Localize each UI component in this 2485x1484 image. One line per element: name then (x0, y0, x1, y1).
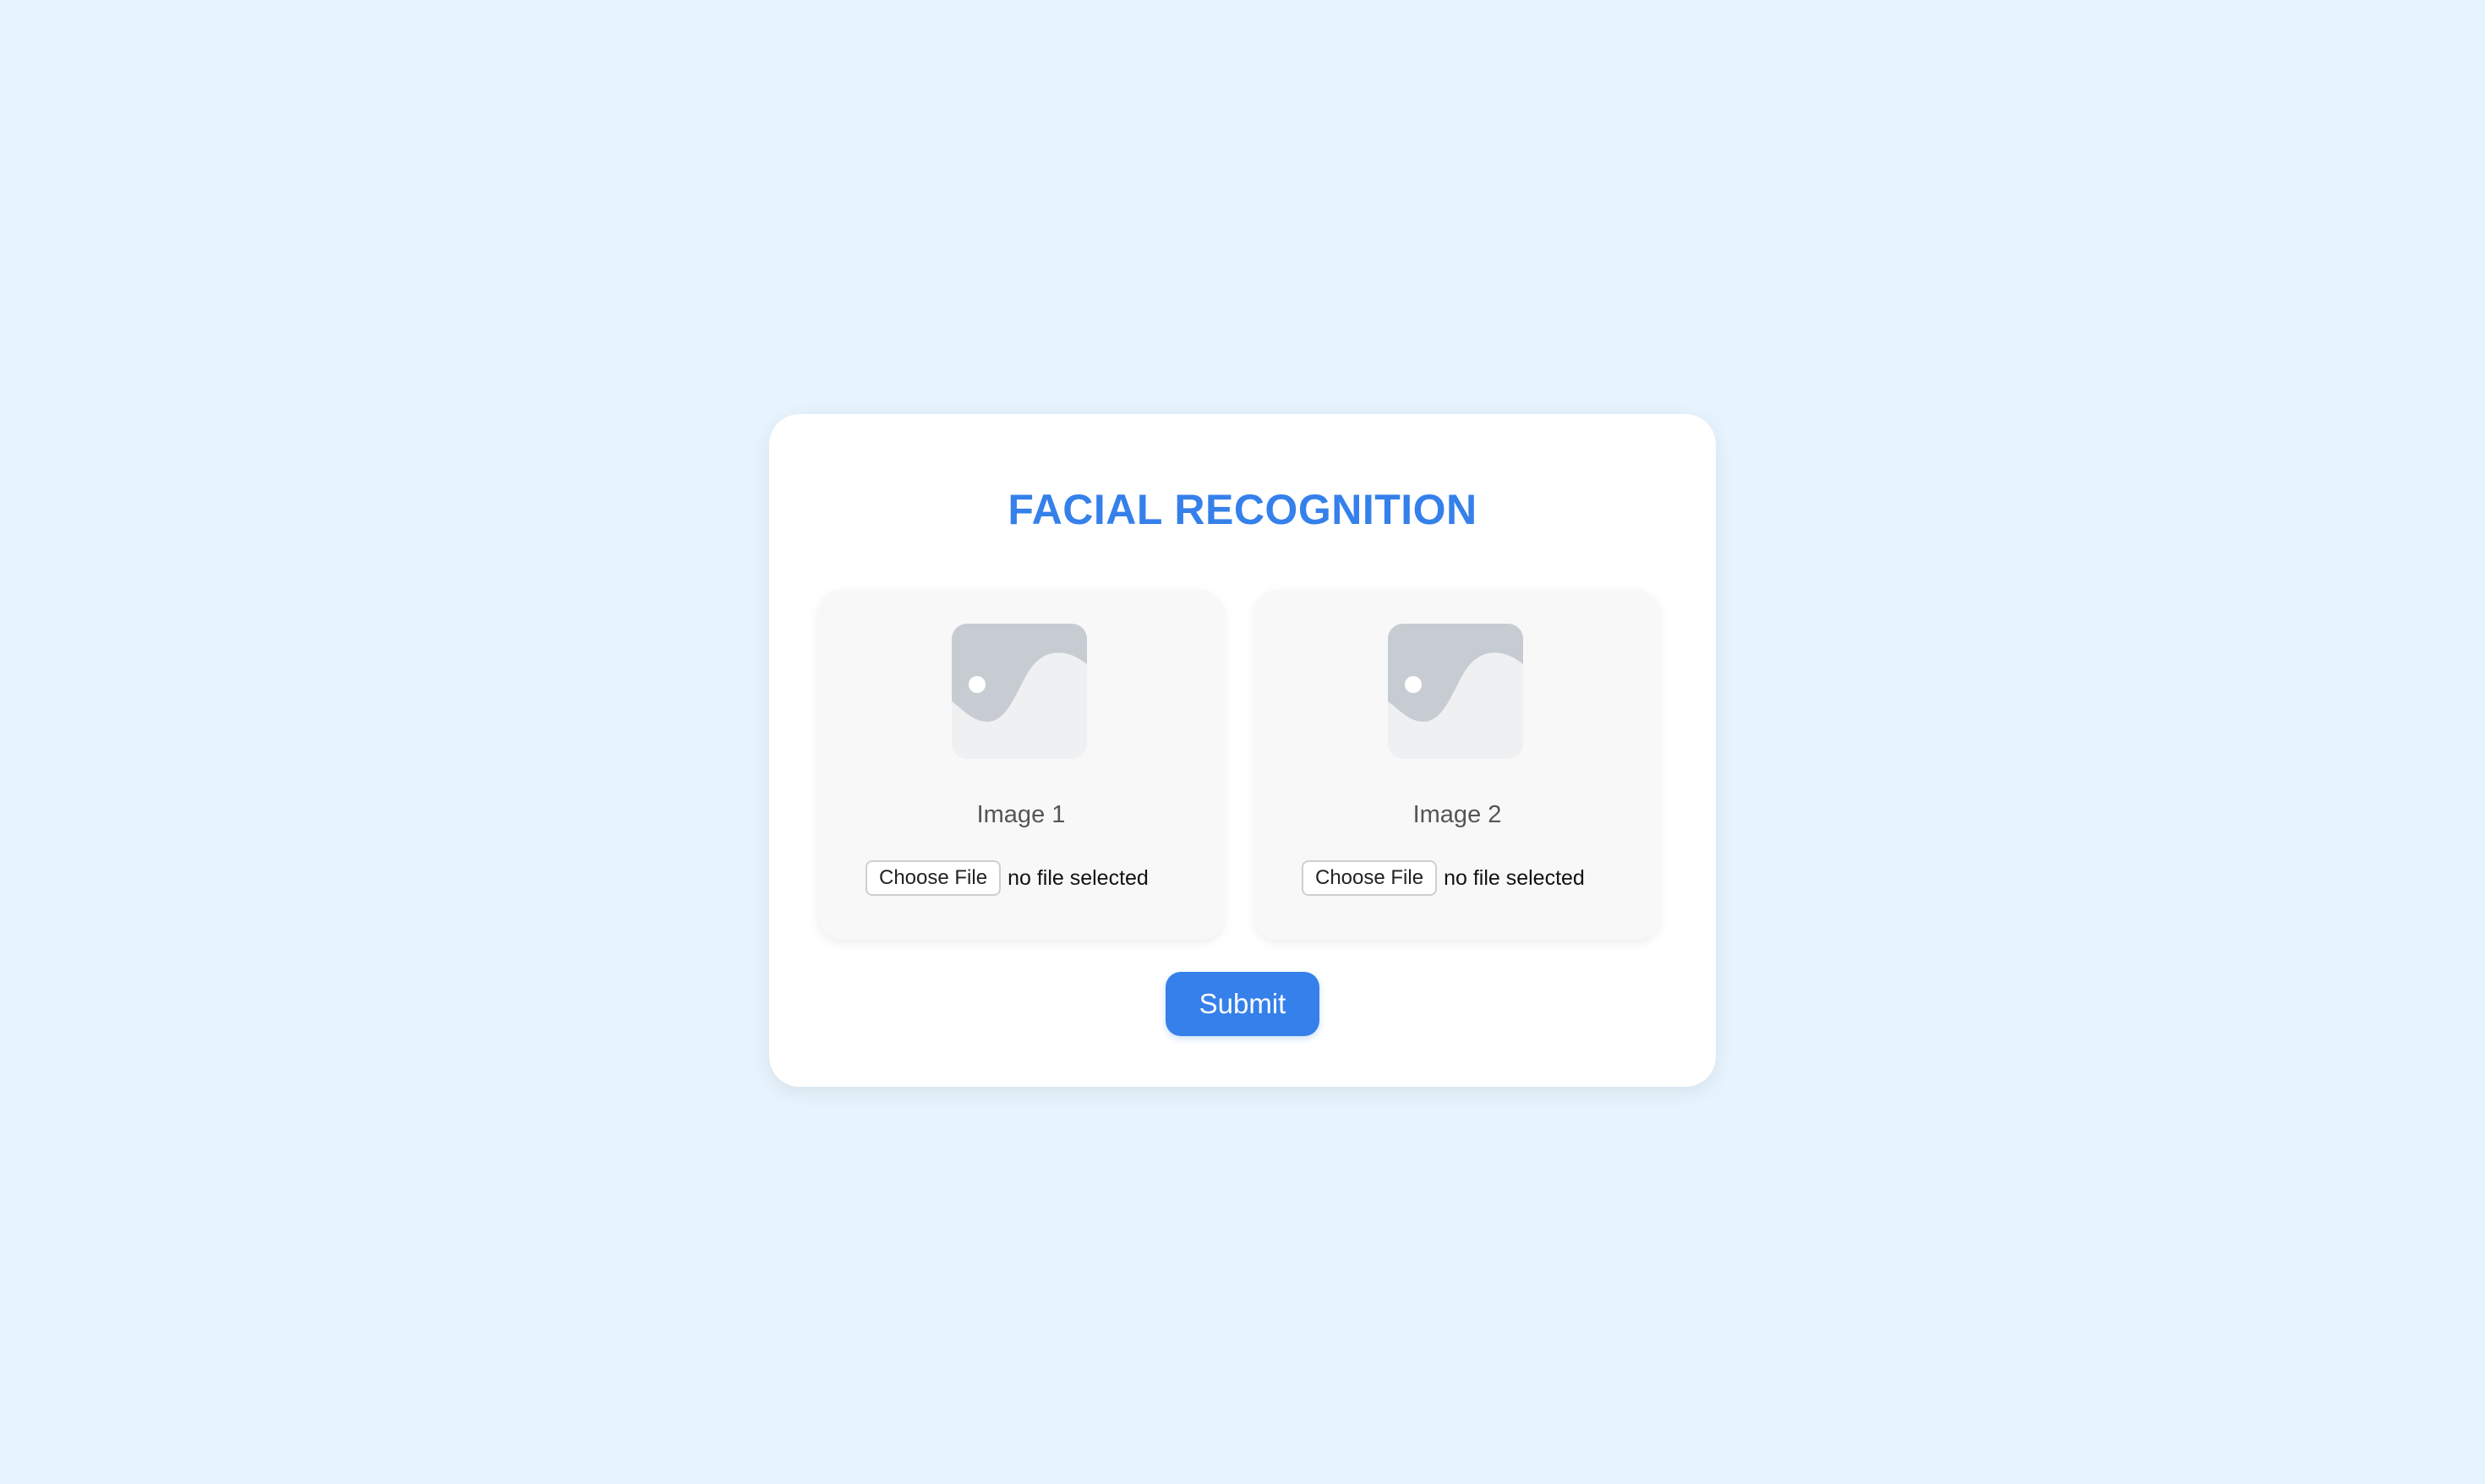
file-input-2[interactable]: Choose File no file selected (1302, 860, 1585, 896)
image-2-label: Image 2 (1412, 801, 1502, 828)
submit-button[interactable]: Submit (1166, 972, 1319, 1036)
file-status-1: no file selected (1008, 865, 1149, 890)
facial-recognition-card: FACIAL RECOGNITION Image 1 Choose File n… (769, 414, 1716, 1087)
image-placeholder-icon (1388, 624, 1523, 759)
file-status-2: no file selected (1444, 865, 1585, 890)
image-upload-panel-1: Image 1 Choose File no file selected (818, 590, 1224, 940)
choose-file-button-2[interactable]: Choose File (1302, 860, 1438, 896)
image-1-label: Image 1 (976, 801, 1066, 828)
image-upload-panel-2: Image 2 Choose File no file selected (1254, 590, 1660, 940)
image-placeholder-icon (952, 624, 1087, 759)
file-input-1[interactable]: Choose File no file selected (866, 860, 1149, 896)
choose-file-button-1[interactable]: Choose File (866, 860, 1002, 896)
page-title: FACIAL RECOGNITION (1008, 486, 1477, 533)
